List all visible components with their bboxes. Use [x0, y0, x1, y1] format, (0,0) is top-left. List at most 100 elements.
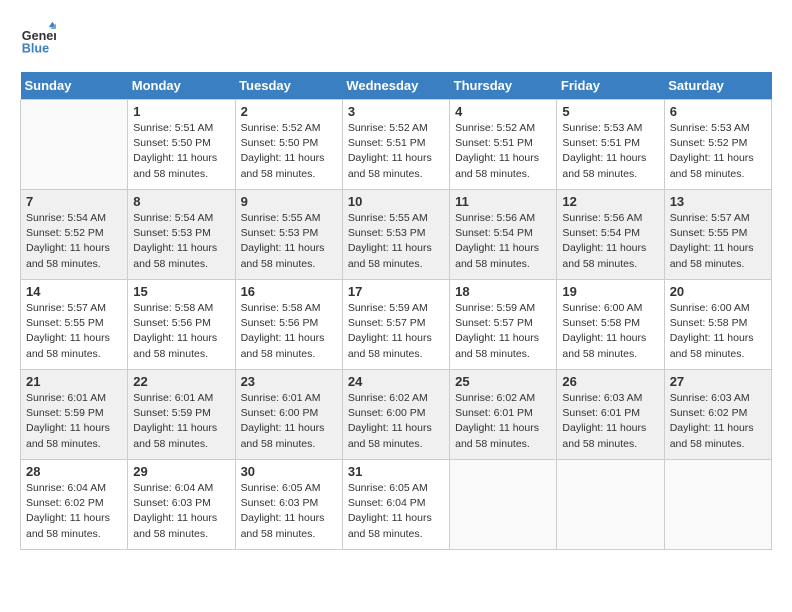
day-info: Sunrise: 5:51 AM Sunset: 5:50 PM Dayligh… [133, 121, 229, 182]
svg-text:Blue: Blue [22, 41, 49, 55]
day-info: Sunrise: 5:57 AM Sunset: 5:55 PM Dayligh… [670, 211, 766, 272]
day-info: Sunrise: 6:03 AM Sunset: 6:02 PM Dayligh… [670, 391, 766, 452]
day-info: Sunrise: 6:03 AM Sunset: 6:01 PM Dayligh… [562, 391, 658, 452]
calendar-day-cell: 16 Sunrise: 5:58 AM Sunset: 5:56 PM Dayli… [235, 280, 342, 370]
day-number: 25 [455, 374, 551, 389]
day-info: Sunrise: 6:04 AM Sunset: 6:02 PM Dayligh… [26, 481, 122, 542]
calendar-table: SundayMondayTuesdayWednesdayThursdayFrid… [20, 72, 772, 550]
day-info: Sunrise: 5:55 AM Sunset: 5:53 PM Dayligh… [348, 211, 444, 272]
day-number: 20 [670, 284, 766, 299]
calendar-day-cell [664, 460, 771, 550]
day-info: Sunrise: 6:05 AM Sunset: 6:04 PM Dayligh… [348, 481, 444, 542]
day-info: Sunrise: 5:52 AM Sunset: 5:50 PM Dayligh… [241, 121, 337, 182]
calendar-day-cell: 4Sunrise: 5:52 AM Sunset: 5:51 PM Daylig… [450, 100, 557, 190]
calendar-day-cell: 14Sunrise: 5:57 AM Sunset: 5:55 PM Dayli… [21, 280, 128, 370]
day-info: Sunrise: 6:01 AM Sunset: 5:59 PM Dayligh… [26, 391, 122, 452]
day-number: 18 [455, 284, 551, 299]
day-number: 2 [241, 104, 337, 119]
calendar-day-cell: 10 Sunrise: 5:55 AM Sunset: 5:53 PM Dayli… [342, 190, 449, 280]
calendar-day-cell: 24 Sunrise: 6:02 AM Sunset: 6:00 PM Dayli… [342, 370, 449, 460]
calendar-day-cell: 27 Sunrise: 6:03 AM Sunset: 6:02 PM Dayli… [664, 370, 771, 460]
calendar-day-cell: 26 Sunrise: 6:03 AM Sunset: 6:01 PM Dayli… [557, 370, 664, 460]
weekday-header: Friday [557, 72, 664, 100]
calendar-day-cell: 31 Sunrise: 6:05 AM Sunset: 6:04 PM Dayli… [342, 460, 449, 550]
weekday-header: Monday [128, 72, 235, 100]
calendar-day-cell [21, 100, 128, 190]
weekday-header: Thursday [450, 72, 557, 100]
calendar-week-row: 14Sunrise: 5:57 AM Sunset: 5:55 PM Dayli… [21, 280, 772, 370]
day-number: 11 [455, 194, 551, 209]
calendar-day-cell: 1 Sunrise: 5:51 AM Sunset: 5:50 PM Daylig… [128, 100, 235, 190]
day-number: 28 [26, 464, 122, 479]
day-number: 21 [26, 374, 122, 389]
day-info: Sunrise: 6:02 AM Sunset: 6:00 PM Dayligh… [348, 391, 444, 452]
calendar-day-cell: 8 Sunrise: 5:54 AM Sunset: 5:53 PM Daylig… [128, 190, 235, 280]
calendar-day-cell: 30 Sunrise: 6:05 AM Sunset: 6:03 PM Dayli… [235, 460, 342, 550]
calendar-header: SundayMondayTuesdayWednesdayThursdayFrid… [21, 72, 772, 100]
weekday-header: Saturday [664, 72, 771, 100]
day-info: Sunrise: 6:04 AM Sunset: 6:03 PM Dayligh… [133, 481, 229, 542]
day-number: 30 [241, 464, 337, 479]
page-header: General Blue [20, 20, 772, 56]
day-info: Sunrise: 5:53 AM Sunset: 5:52 PM Dayligh… [670, 121, 766, 182]
calendar-day-cell: 9 Sunrise: 5:55 AM Sunset: 5:53 PM Daylig… [235, 190, 342, 280]
calendar-day-cell: 3 Sunrise: 5:52 AM Sunset: 5:51 PM Daylig… [342, 100, 449, 190]
day-info: Sunrise: 6:05 AM Sunset: 6:03 PM Dayligh… [241, 481, 337, 542]
day-info: Sunrise: 6:00 AM Sunset: 5:58 PM Dayligh… [670, 301, 766, 362]
calendar-week-row: 28 Sunrise: 6:04 AM Sunset: 6:02 PM Dayli… [21, 460, 772, 550]
calendar-day-cell [557, 460, 664, 550]
day-number: 13 [670, 194, 766, 209]
day-info: Sunrise: 5:56 AM Sunset: 5:54 PM Dayligh… [562, 211, 658, 272]
day-number: 24 [348, 374, 444, 389]
day-number: 5 [562, 104, 658, 119]
day-number: 7 [26, 194, 122, 209]
day-number: 23 [241, 374, 337, 389]
calendar-day-cell: 18 Sunrise: 5:59 AM Sunset: 5:57 PM Dayli… [450, 280, 557, 370]
calendar-day-cell: 25 Sunrise: 6:02 AM Sunset: 6:01 PM Dayli… [450, 370, 557, 460]
day-number: 1 [133, 104, 229, 119]
calendar-day-cell: 11 Sunrise: 5:56 AM Sunset: 5:54 PM Dayli… [450, 190, 557, 280]
calendar-day-cell: 20 Sunrise: 6:00 AM Sunset: 5:58 PM Dayli… [664, 280, 771, 370]
day-info: Sunrise: 5:53 AM Sunset: 5:51 PM Dayligh… [562, 121, 658, 182]
calendar-day-cell: 29Sunrise: 6:04 AM Sunset: 6:03 PM Dayli… [128, 460, 235, 550]
day-number: 17 [348, 284, 444, 299]
day-number: 10 [348, 194, 444, 209]
calendar-day-cell [450, 460, 557, 550]
day-info: Sunrise: 6:02 AM Sunset: 6:01 PM Dayligh… [455, 391, 551, 452]
weekday-header: Sunday [21, 72, 128, 100]
calendar-week-row: 21 Sunrise: 6:01 AM Sunset: 5:59 PM Dayli… [21, 370, 772, 460]
logo: General Blue [20, 20, 60, 56]
day-number: 4 [455, 104, 551, 119]
day-number: 6 [670, 104, 766, 119]
day-info: Sunrise: 6:01 AM Sunset: 5:59 PM Dayligh… [133, 391, 229, 452]
day-number: 3 [348, 104, 444, 119]
day-number: 19 [562, 284, 658, 299]
day-number: 8 [133, 194, 229, 209]
day-info: Sunrise: 5:59 AM Sunset: 5:57 PM Dayligh… [348, 301, 444, 362]
calendar-day-cell: 5 Sunrise: 5:53 AM Sunset: 5:51 PM Daylig… [557, 100, 664, 190]
day-number: 12 [562, 194, 658, 209]
day-info: Sunrise: 5:59 AM Sunset: 5:57 PM Dayligh… [455, 301, 551, 362]
logo-icon: General Blue [20, 20, 56, 56]
day-info: Sunrise: 5:54 AM Sunset: 5:53 PM Dayligh… [133, 211, 229, 272]
day-info: Sunrise: 5:55 AM Sunset: 5:53 PM Dayligh… [241, 211, 337, 272]
calendar-day-cell: 21 Sunrise: 6:01 AM Sunset: 5:59 PM Dayli… [21, 370, 128, 460]
weekday-header: Wednesday [342, 72, 449, 100]
day-number: 27 [670, 374, 766, 389]
day-number: 9 [241, 194, 337, 209]
calendar-day-cell: 2 Sunrise: 5:52 AM Sunset: 5:50 PM Daylig… [235, 100, 342, 190]
day-info: Sunrise: 5:54 AM Sunset: 5:52 PM Dayligh… [26, 211, 122, 272]
day-number: 31 [348, 464, 444, 479]
day-number: 26 [562, 374, 658, 389]
day-info: Sunrise: 5:56 AM Sunset: 5:54 PM Dayligh… [455, 211, 551, 272]
day-number: 16 [241, 284, 337, 299]
day-info: Sunrise: 6:01 AM Sunset: 6:00 PM Dayligh… [241, 391, 337, 452]
calendar-week-row: 7 Sunrise: 5:54 AM Sunset: 5:52 PM Daylig… [21, 190, 772, 280]
day-number: 14 [26, 284, 122, 299]
day-info: Sunrise: 5:52 AM Sunset: 5:51 PM Dayligh… [348, 121, 444, 182]
weekday-header: Tuesday [235, 72, 342, 100]
calendar-day-cell: 13 Sunrise: 5:57 AM Sunset: 5:55 PM Dayli… [664, 190, 771, 280]
calendar-day-cell: 28 Sunrise: 6:04 AM Sunset: 6:02 PM Dayli… [21, 460, 128, 550]
day-number: 15 [133, 284, 229, 299]
day-info: Sunrise: 5:58 AM Sunset: 5:56 PM Dayligh… [241, 301, 337, 362]
